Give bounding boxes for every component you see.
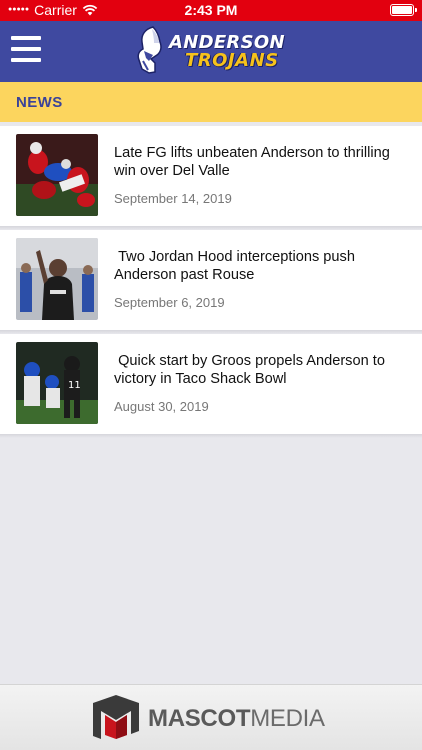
news-title: Late FG lifts unbeaten Anderson to thril… — [114, 145, 394, 179]
news-title: Two Jordan Hood interceptions push Ander… — [114, 249, 359, 283]
trojan-helmet-icon — [137, 26, 162, 74]
menu-icon[interactable] — [11, 36, 41, 62]
clock: 2:43 PM — [184, 2, 238, 18]
news-date: August 30, 2019 — [114, 399, 209, 414]
news-item[interactable]: Two Jordan Hood interceptions push Ander… — [0, 230, 422, 334]
logo-subtitle: TROJANS — [185, 50, 279, 71]
news-date: September 6, 2019 — [114, 295, 225, 310]
section-header: NEWS — [0, 82, 422, 122]
section-title: NEWS — [16, 94, 63, 111]
navigation-bar: ANDERSON TROJANS — [0, 21, 422, 82]
battery-icon — [390, 4, 417, 16]
status-bar: ●●●●● Carrier 2:43 PM — [0, 0, 422, 21]
news-item[interactable]: 11 Quick start by Groos propels Anderson… — [0, 334, 422, 438]
mascot-media-logo-icon — [93, 695, 139, 739]
news-date: September 14, 2019 — [114, 191, 232, 206]
news-thumbnail: 11 — [16, 342, 98, 424]
news-item[interactable]: Late FG lifts unbeaten Anderson to thril… — [0, 126, 422, 230]
anderson-trojans-logo: ANDERSON TROJANS — [133, 24, 303, 78]
news-thumbnail — [16, 134, 98, 216]
news-title: Quick start by Groos propels Anderson to… — [114, 353, 389, 387]
news-thumbnail — [16, 238, 98, 320]
footer-banner[interactable]: MASCOTMEDIA — [0, 684, 422, 750]
footer-brand: MASCOTMEDIA — [148, 705, 325, 732]
svg-text:11: 11 — [68, 380, 81, 391]
